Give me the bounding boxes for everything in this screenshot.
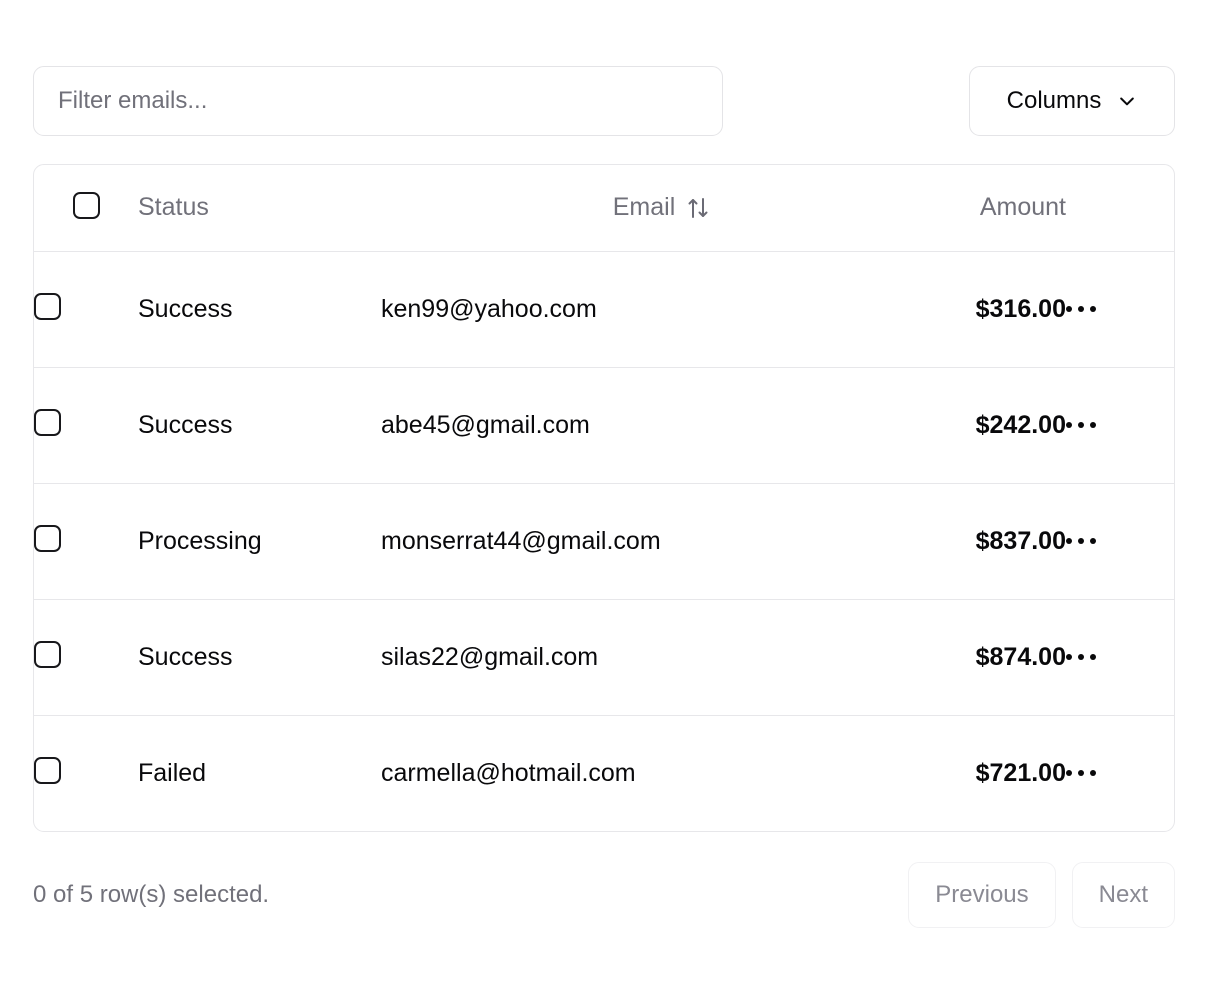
row-select-cell — [34, 251, 138, 367]
row-status: Processing — [138, 526, 262, 555]
row-email: carmella@hotmail.com — [381, 758, 636, 787]
row-select-checkbox[interactable] — [34, 409, 61, 436]
next-page-button[interactable]: Next — [1071, 862, 1175, 928]
row-actions-cell — [1066, 715, 1174, 831]
table-footer: 0 of 5 row(s) selected. Previous Next — [33, 862, 1175, 928]
dot — [1066, 538, 1072, 544]
row-email: abe45@gmail.com — [381, 410, 590, 439]
row-select-checkbox[interactable] — [34, 293, 61, 320]
dot — [1066, 306, 1072, 312]
row-status: Success — [138, 294, 233, 323]
header-status: Status — [138, 193, 209, 222]
table-header-row: Status Email Amount — [34, 165, 1174, 251]
filter-emails-input[interactable] — [33, 66, 723, 136]
dot — [1078, 422, 1084, 428]
row-select-cell — [34, 715, 138, 831]
row-amount: $316.00 — [975, 294, 1066, 323]
dot — [1090, 770, 1096, 777]
table-body: Success ken99@yahoo.com $316.00 Success … — [34, 251, 1174, 831]
chevron-down-icon — [1117, 91, 1137, 111]
row-actions-cell — [1066, 251, 1174, 367]
row-select-checkbox[interactable] — [34, 525, 61, 552]
dot — [1066, 654, 1072, 660]
header-amount: Amount — [979, 193, 1066, 222]
ellipsis-horizontal-icon[interactable] — [1066, 294, 1096, 324]
header-actions — [1066, 165, 1174, 251]
table-row[interactable]: Processing monserrat44@gmail.com $837.00 — [34, 483, 1174, 599]
ellipsis-horizontal-icon[interactable] — [1066, 526, 1096, 556]
dot — [1078, 770, 1084, 777]
dot — [1090, 306, 1096, 312]
dot — [1078, 654, 1084, 660]
row-select-cell — [34, 483, 138, 599]
row-status: Success — [138, 410, 233, 439]
row-actions-cell — [1066, 367, 1174, 483]
select-all-header-cell — [34, 165, 138, 251]
previous-page-button[interactable]: Previous — [908, 862, 1056, 928]
row-status: Success — [138, 642, 233, 671]
row-select-cell — [34, 367, 138, 483]
row-status: Failed — [138, 758, 207, 787]
dot — [1066, 422, 1072, 428]
dot — [1078, 306, 1084, 312]
row-email: ken99@yahoo.com — [381, 294, 597, 323]
sort-email-button[interactable]: Email — [573, 193, 710, 222]
ellipsis-horizontal-icon[interactable] — [1066, 642, 1096, 672]
row-email: monserrat44@gmail.com — [381, 526, 661, 555]
table-row[interactable]: Success silas22@gmail.com $874.00 — [34, 599, 1174, 715]
header-email: Email — [381, 165, 901, 251]
row-amount: $721.00 — [975, 758, 1066, 787]
table-toolbar: Columns — [33, 66, 1175, 136]
dot — [1090, 538, 1096, 544]
row-email: silas22@gmail.com — [381, 642, 599, 671]
dot — [1078, 538, 1084, 544]
row-select-checkbox[interactable] — [34, 757, 61, 785]
dot — [1066, 770, 1072, 777]
table-row[interactable]: Success abe45@gmail.com $242.00 — [34, 367, 1174, 483]
ellipsis-horizontal-icon[interactable] — [1066, 410, 1096, 440]
table-row[interactable]: Failed carmella@hotmail.com $721.00 — [34, 715, 1174, 831]
row-amount: $874.00 — [975, 642, 1066, 671]
row-select-checkbox[interactable] — [34, 641, 61, 668]
pagination-controls: Previous Next — [908, 862, 1175, 928]
row-select-cell — [34, 599, 138, 715]
header-email-label: Email — [612, 193, 676, 222]
table-row[interactable]: Success ken99@yahoo.com $316.00 — [34, 251, 1174, 367]
data-table-page: Columns Status — [0, 0, 1224, 988]
selection-summary: 0 of 5 row(s) selected. — [33, 881, 270, 908]
ellipsis-horizontal-icon[interactable] — [1066, 758, 1096, 788]
row-amount: $242.00 — [975, 410, 1066, 439]
select-all-checkbox[interactable] — [72, 191, 100, 219]
sort-updown-icon — [687, 196, 709, 220]
transactions-table-card: Status Email Amount Success ken99@yahoo.… — [33, 164, 1175, 832]
dot — [1090, 422, 1096, 428]
columns-button-label: Columns — [1006, 87, 1102, 114]
row-amount: $837.00 — [975, 526, 1066, 555]
dot — [1090, 654, 1096, 660]
row-actions-cell — [1066, 483, 1174, 599]
table-header: Status Email Amount — [34, 165, 1174, 251]
row-actions-cell — [1066, 599, 1174, 715]
transactions-table: Status Email Amount Success ken99@yahoo.… — [34, 165, 1174, 831]
columns-dropdown-button[interactable]: Columns — [969, 66, 1175, 136]
